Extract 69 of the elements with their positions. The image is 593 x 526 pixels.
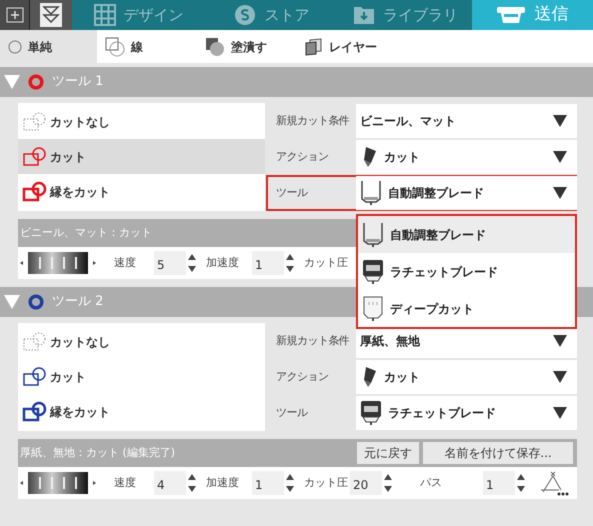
dropdown-select[interactable]: カット: [356, 140, 577, 174]
number-field[interactable]: 1: [483, 471, 515, 495]
outlined-shapes-icon: [22, 366, 48, 388]
number-field[interactable]: 5: [154, 251, 186, 275]
cut-mode-option[interactable]: カット: [18, 139, 265, 174]
parameter-label: パス: [420, 474, 443, 491]
number-field[interactable]: 1: [252, 471, 284, 495]
blade-holder-icon: [360, 180, 382, 206]
dropdown-select[interactable]: 自動調整ブレード: [356, 176, 577, 210]
spinner-arrows-icon[interactable]: [384, 473, 392, 493]
grid-icon: [94, 4, 116, 26]
cutting-machine-icon: [496, 5, 526, 25]
dropdown-caret-icon: [553, 371, 567, 383]
dropdown-caret-icon: [553, 335, 567, 347]
dotted-shapes-icon: [22, 110, 48, 132]
filled-shapes-icon: [205, 36, 225, 56]
mode-tab[interactable]: 単純: [0, 30, 97, 63]
plus-icon: [6, 7, 24, 23]
tool-name: ツール 2: [52, 293, 104, 312]
add-button[interactable]: [0, 0, 30, 30]
dropdown-option[interactable]: 自動調整ブレード: [358, 216, 575, 253]
parameter-label: カット圧: [304, 474, 349, 491]
setting-label: アクション: [276, 148, 330, 165]
setting-label: ツール: [276, 404, 309, 421]
spinner-arrows-icon[interactable]: [517, 473, 525, 493]
spinner-arrows-icon[interactable]: [286, 253, 294, 273]
bold-outlined-shapes-icon: [22, 180, 48, 202]
parameter-label: 速度: [114, 474, 137, 491]
dotted-shapes-icon: [22, 330, 48, 352]
dropdown-caret-icon: [553, 407, 567, 419]
ratchet-blade-icon: [360, 400, 382, 426]
toolbar-button[interactable]: 元に戻す: [357, 442, 419, 464]
parameter-label: 加速度: [206, 254, 240, 271]
tool-name: ツール 1: [52, 73, 104, 92]
cut-settings-summary: ビニール、マット：カット: [20, 224, 152, 241]
parameter-label: カット圧: [304, 254, 349, 271]
spinner-arrows-icon[interactable]: [188, 253, 196, 273]
dropdown-select[interactable]: ビニール、マット: [356, 104, 577, 138]
toolbar-button[interactable]: 名前を付けて保存...: [423, 442, 573, 464]
setting-label: ツール: [276, 184, 309, 201]
ratchet-blade-icon: [362, 258, 384, 284]
dropdown-caret-icon: [553, 187, 567, 199]
circle-icon: [8, 40, 22, 54]
number-field[interactable]: 20: [350, 471, 382, 495]
outline-shapes-icon: [105, 36, 125, 56]
folder-download-icon: [352, 5, 375, 25]
blade-holder-icon: [362, 222, 384, 248]
number-field[interactable]: 4: [154, 471, 186, 495]
cut-settings-summary: 厚紙、無地：カット (編集完了): [20, 444, 176, 461]
bold-outlined-shapes-icon: [22, 400, 48, 422]
setting-label: 新規カット条件: [276, 112, 350, 129]
app-logo-button[interactable]: [30, 0, 72, 30]
outlined-shapes-icon: [22, 146, 48, 168]
setting-label: 新規カット条件: [276, 332, 350, 349]
layers-icon: [305, 38, 323, 56]
dropdown-caret-icon: [553, 151, 567, 163]
triangles-logo-icon: [39, 2, 63, 28]
spinner-arrows-icon[interactable]: [188, 473, 196, 493]
dropdown-caret-icon: [553, 115, 567, 127]
spinner-arrows-icon[interactable]: [286, 473, 294, 493]
deep-blade-icon: [362, 296, 384, 322]
dropdown-select[interactable]: ラチェットブレード: [356, 396, 577, 430]
parameter-label: 加速度: [206, 474, 240, 491]
passes-drawing[interactable]: [539, 470, 569, 496]
dropdown-select[interactable]: カット: [356, 360, 577, 394]
parameter-label: 速度: [114, 254, 137, 271]
s-logo-icon: [234, 4, 256, 26]
setting-label: アクション: [276, 368, 330, 385]
number-field[interactable]: 1: [252, 251, 284, 275]
